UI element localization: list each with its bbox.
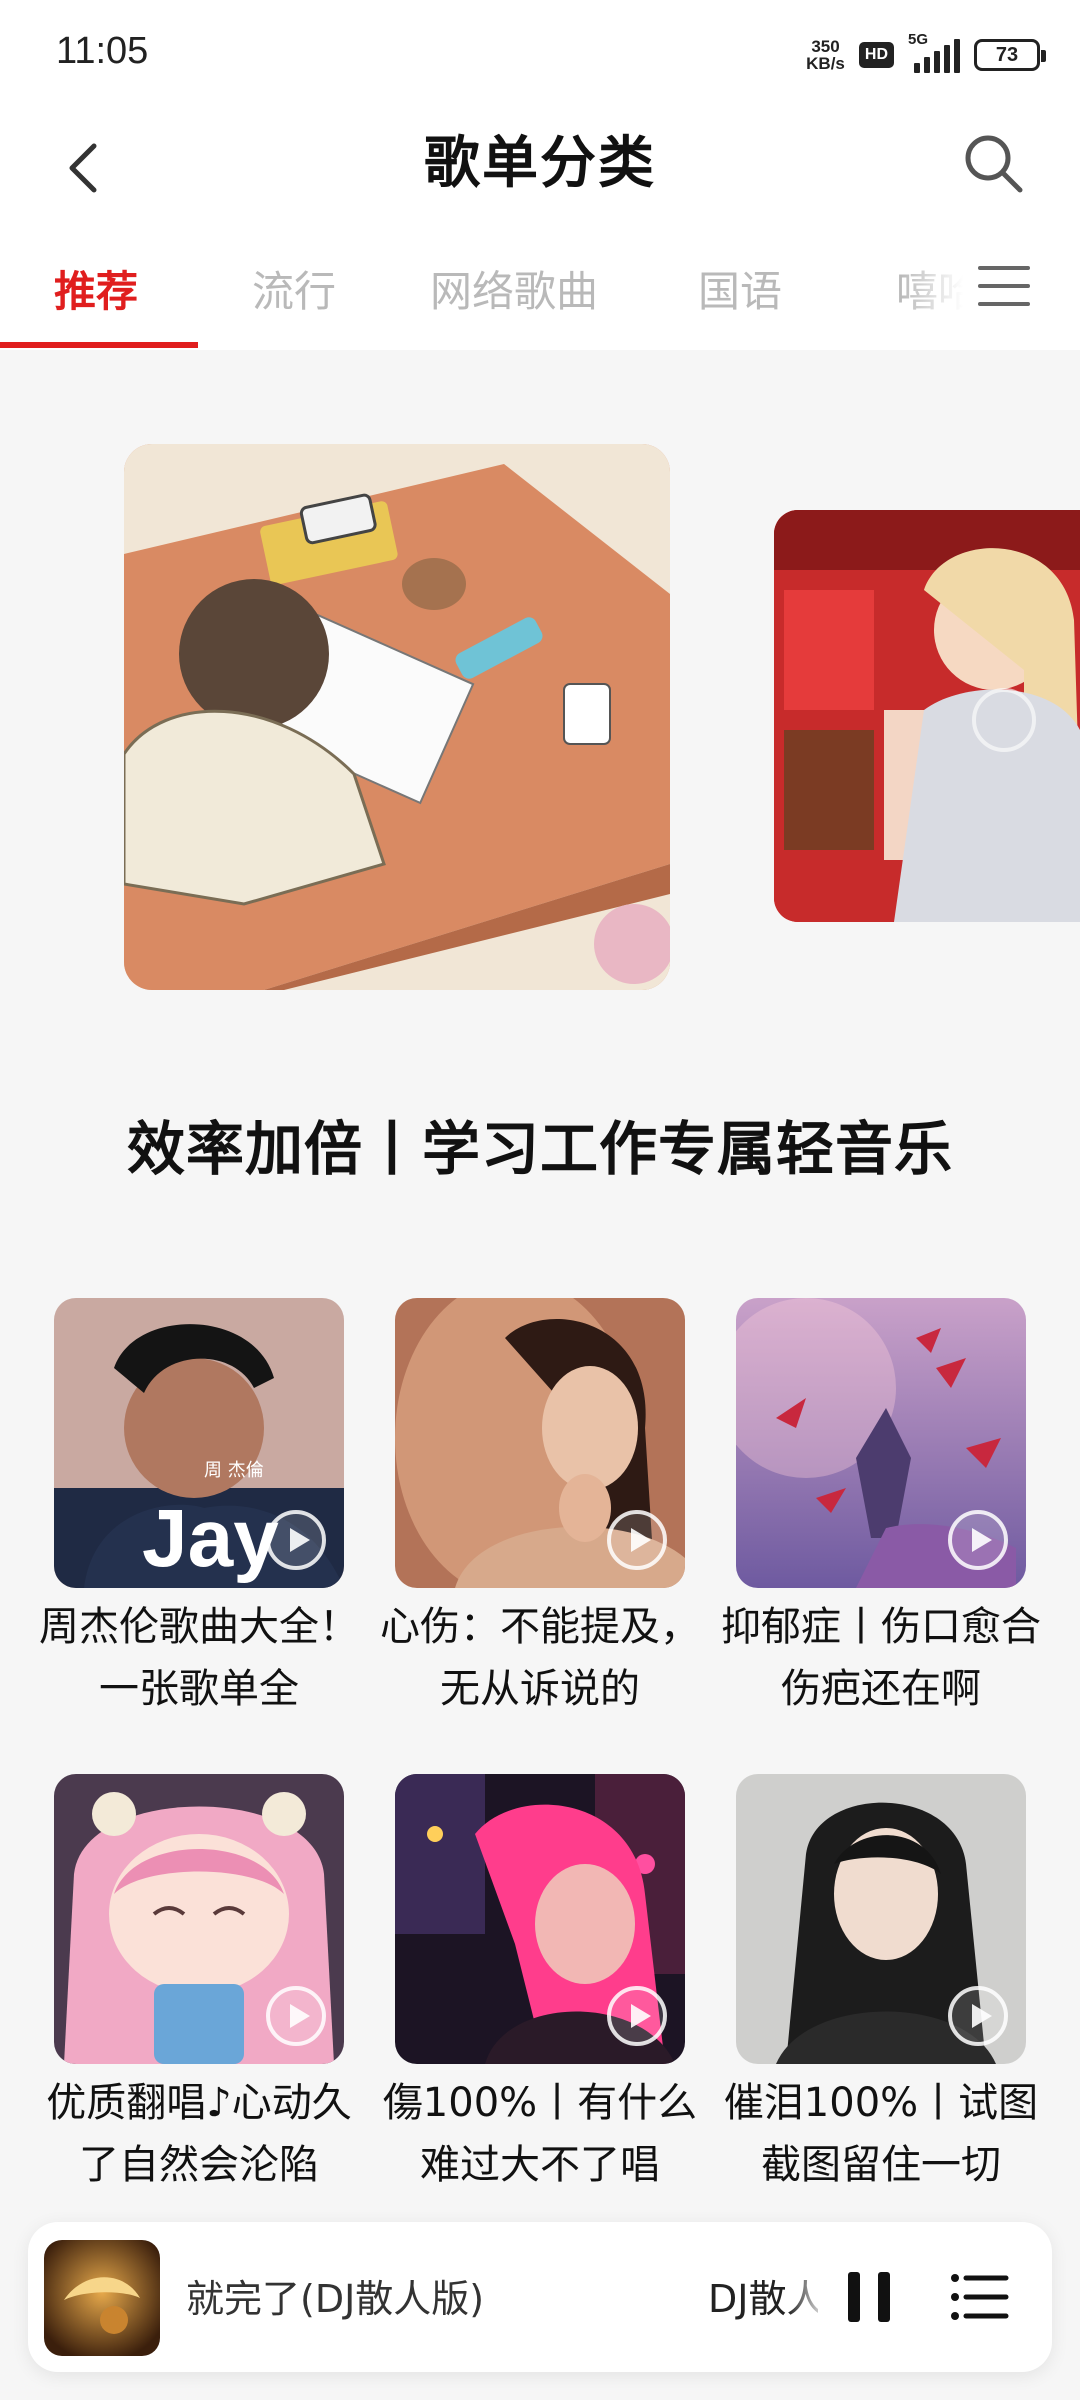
pause-icon <box>848 2272 890 2322</box>
playlist-card[interactable]: 抑郁症丨伤口愈合伤疤还在啊 <box>721 1298 1041 1720</box>
playlist-title[interactable]: 傷100%丨有什么难过大不了唱 <box>370 2072 710 2196</box>
play-icon[interactable] <box>946 1984 1010 2048</box>
playlist-card[interactable]: 傷100%丨有什么难过大不了唱 <box>383 1774 697 2196</box>
banner-title: 效率加倍丨学习工作专属轻音乐 <box>126 1115 953 1183</box>
playlist-cover[interactable]: 周 杰倫 Jay <box>54 1298 344 1588</box>
tab-pop[interactable]: 流行 <box>252 258 336 319</box>
battery-level: 73 <box>995 43 1019 66</box>
now-playing-cover[interactable] <box>44 2240 160 2356</box>
signal-icon: 5G <box>908 31 960 73</box>
status-bar: 11:05 350 KB/s HD 5G 73 <box>0 0 1080 110</box>
playlist-title[interactable]: 周杰伦歌曲大全！一张歌单全 <box>29 1596 369 1720</box>
playlist-card[interactable]: 优质翻唱♪心动久了自然会沦陷 <box>46 1774 352 2196</box>
network-speed: 350 KB/s <box>806 38 845 72</box>
menu-icon <box>978 266 1030 306</box>
playlist-card[interactable]: 心伤：不能提及，无从诉说的 <box>380 1298 700 1720</box>
playlist-title[interactable]: 催泪100%丨试图截图留住一切 <box>711 2072 1051 2196</box>
network-type: 5G <box>908 31 929 48</box>
artist-fade <box>788 2262 828 2322</box>
playlist-card[interactable]: 周 杰倫 Jay 周杰伦歌曲大全！一张歌单全 <box>39 1298 359 1720</box>
play-icon[interactable] <box>605 1984 669 2048</box>
category-tabs: 推荐 流行 网络歌曲 国语 嘻哈 <box>0 240 1080 350</box>
cover-text-small: 周 杰倫 <box>204 1460 264 1481</box>
now-playing-cover-art <box>44 2240 160 2356</box>
now-playing-song[interactable]: 就完了(DJ散人版) <box>186 2268 484 2323</box>
network-speed-unit: KB/s <box>806 54 845 73</box>
page-title: 歌单分类 <box>424 131 656 196</box>
search-button[interactable] <box>954 124 1034 204</box>
banner-illustration <box>124 444 670 990</box>
playlist-icon <box>951 2274 1009 2320</box>
battery-icon: 73 <box>974 39 1046 71</box>
play-icon[interactable] <box>264 1984 328 2048</box>
play-icon[interactable] <box>264 1508 328 1572</box>
network-speed-value: 350 <box>811 37 840 56</box>
pause-button[interactable] <box>836 2264 902 2330</box>
playlist-cover[interactable] <box>395 1774 685 2064</box>
playlist-title[interactable]: 心伤：不能提及，无从诉说的 <box>370 1596 710 1720</box>
status-time: 11:05 <box>56 30 149 72</box>
status-indicators: 350 KB/s HD 5G 73 <box>806 30 1046 80</box>
playlist-title[interactable]: 抑郁症丨伤口愈合伤疤还在啊 <box>711 1596 1051 1720</box>
playlist-cover[interactable] <box>54 1774 344 2064</box>
category-menu-button[interactable] <box>972 254 1036 318</box>
cover-text-big: Jay <box>142 1493 279 1584</box>
play-icon[interactable] <box>946 1508 1010 1572</box>
banner-next-illustration <box>774 510 1080 922</box>
playlist-card[interactable]: 催泪100%丨试图截图留住一切 <box>724 1774 1038 2196</box>
play-icon[interactable] <box>605 1508 669 1572</box>
tab-recommend[interactable]: 推荐 <box>54 258 138 319</box>
tab-internet-songs[interactable]: 网络歌曲 <box>430 258 598 319</box>
header: 歌单分类 <box>0 110 1080 240</box>
playlist-button[interactable] <box>948 2266 1010 2328</box>
playlist-cover[interactable] <box>736 1298 1026 1588</box>
playlist-cover[interactable] <box>395 1298 685 1588</box>
banner-main-image[interactable] <box>124 444 670 990</box>
mini-player[interactable]: 就完了(DJ散人版) DJ散人 <box>28 2222 1052 2372</box>
active-tab-indicator <box>0 342 198 348</box>
hd-badge: HD <box>858 42 894 68</box>
banner-next-image[interactable] <box>774 510 1080 922</box>
playlist-cover[interactable] <box>736 1774 1026 2064</box>
search-icon <box>965 135 1023 193</box>
tab-mandarin[interactable]: 国语 <box>698 258 782 319</box>
playlist-title[interactable]: 优质翻唱♪心动久了自然会沦陷 <box>29 2072 369 2196</box>
